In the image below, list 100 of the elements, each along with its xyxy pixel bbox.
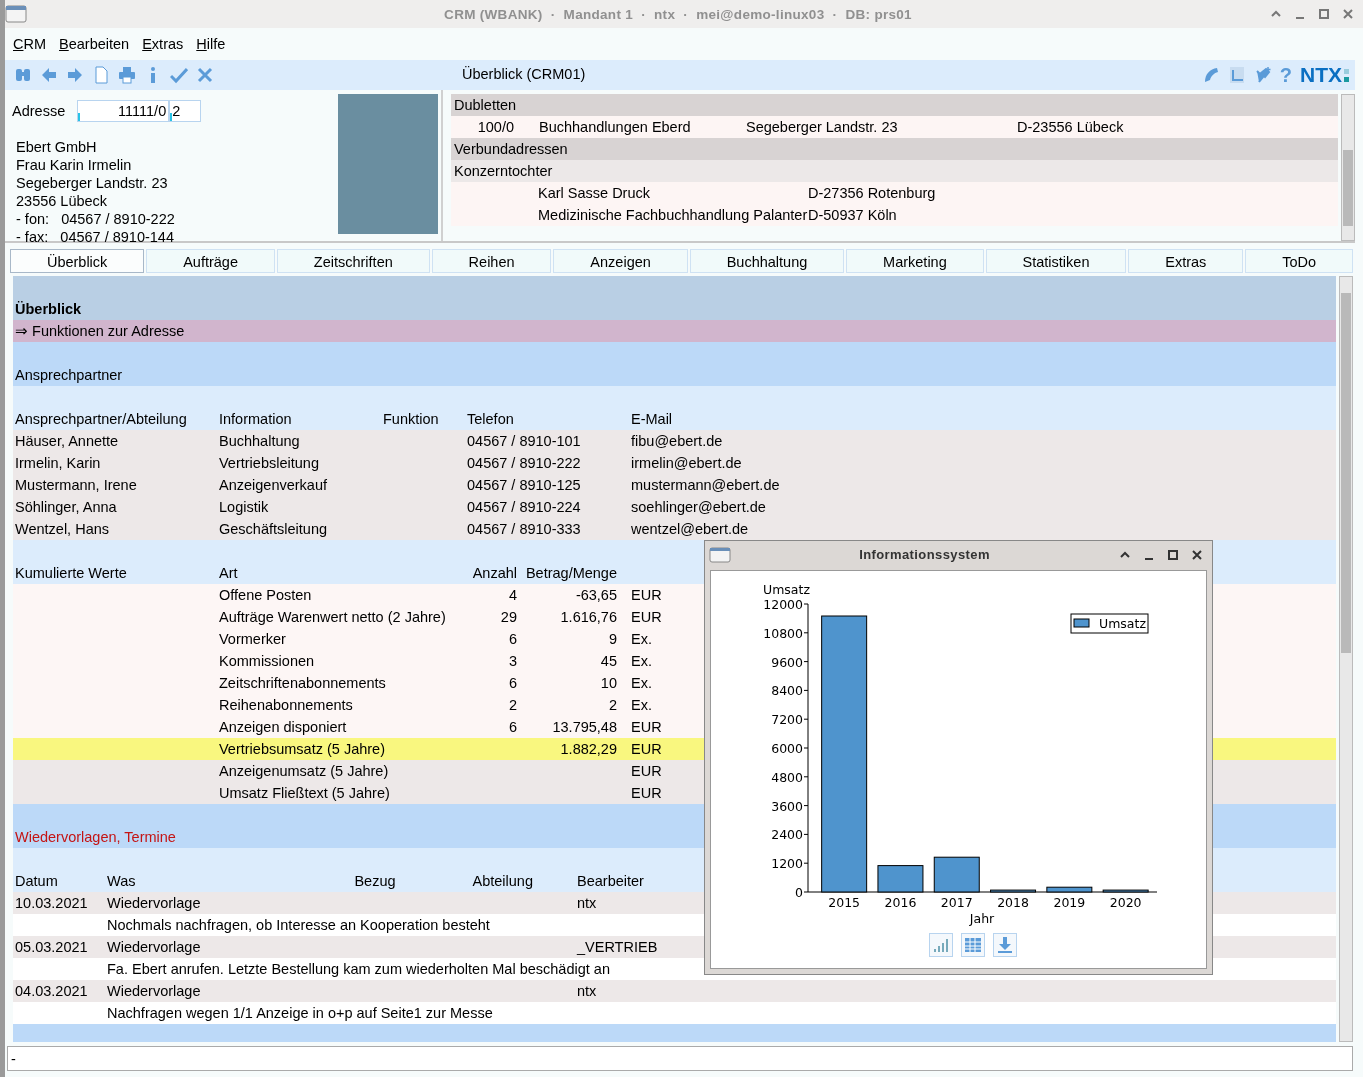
section-heading: Überblick — [13, 276, 1336, 320]
table-cell-text: D-27356 Rotenburg — [808, 184, 936, 203]
close-icon[interactable] — [1341, 7, 1355, 21]
tab[interactable]: Überblick — [10, 249, 145, 273]
checkmark-icon[interactable] — [170, 66, 188, 84]
tab[interactable]: Aufträge — [146, 249, 275, 273]
tab[interactable]: Marketing — [846, 249, 984, 273]
menu-item[interactable]: Hilfe — [196, 36, 226, 52]
column-header: E-Mail — [631, 410, 673, 429]
tick-label: 1200 — [771, 856, 803, 872]
table-cell-text: 3 — [508, 652, 517, 671]
window-menu-icon[interactable] — [5, 5, 27, 23]
tick-label: 2015 — [828, 895, 861, 910]
axis-title: Umsatz — [763, 582, 810, 597]
address-line: 23556 Lübeck — [16, 192, 109, 210]
table-cell-text: Umsatz Fließtext (5 Jahre) — [219, 784, 390, 803]
column-header: Ansprechpartner/Abteilung — [15, 410, 187, 429]
tab[interactable]: Buchhaltung — [689, 249, 845, 273]
table-cell-text: Vertriebsleitung — [219, 454, 319, 473]
chart-button[interactable] — [928, 933, 953, 957]
table-cell-text: Segeberger Landstr. 23 — [746, 118, 899, 137]
table-cell-text: Ex. — [631, 652, 652, 671]
menu-item[interactable]: Extras — [142, 36, 184, 52]
table-cell-text: Kommissionen — [219, 652, 315, 671]
column-header: Abteilung — [472, 872, 534, 891]
column-header: Bezug — [354, 872, 396, 891]
table-cell-text: 04.03.2021 — [15, 982, 88, 1001]
table-cell-text: Söhlinger, Anna — [15, 498, 117, 517]
logo-mark-icon — [1344, 67, 1349, 83]
table-cell-text: Anzeigen disponiert — [219, 718, 347, 737]
tick-label: 9600 — [771, 654, 803, 670]
group-header: Verbundadressen — [451, 138, 1338, 160]
image-icon[interactable] — [1227, 66, 1246, 84]
scrollbar[interactable] — [1341, 94, 1355, 241]
functions-link[interactable]: ⇒ Funktionen zur Adresse — [13, 320, 1336, 342]
tab[interactable]: ToDo — [1245, 249, 1353, 273]
table-cell-text: 10 — [600, 674, 617, 693]
menu-item[interactable]: CRM — [13, 36, 47, 52]
tick-label: 4800 — [771, 769, 803, 785]
table-button[interactable] — [960, 933, 985, 957]
maximize-icon[interactable] — [1166, 547, 1180, 562]
tab[interactable]: Zeitschriften — [276, 249, 430, 273]
table-cell-text: EUR — [631, 586, 662, 605]
table-cell-text: Buchhaltung — [219, 432, 300, 451]
back-arrow-icon[interactable] — [40, 66, 58, 84]
tick-label: 2016 — [884, 895, 917, 910]
tab[interactable]: Anzeigen — [553, 249, 688, 273]
scrollbar[interactable] — [1339, 276, 1353, 1042]
table-cell-text: 45 — [600, 652, 617, 671]
table-cell-text: Offene Posten — [219, 586, 312, 605]
address-line: - fon: 04567 / 8910-222 — [16, 210, 176, 228]
tick-label: 2018 — [997, 895, 1029, 910]
window-menu-icon[interactable] — [709, 546, 731, 563]
menu-item[interactable]: Bearbeiten — [59, 36, 130, 52]
legend-label: Umsatz — [1099, 616, 1146, 631]
table-cell-text: Geschäftsleitung — [219, 520, 327, 539]
legend-swatch — [1073, 618, 1090, 628]
table-cell-text: Buchhandlungen Eberd — [539, 118, 692, 137]
table-cell-text: Logistik — [219, 498, 269, 517]
note-text: Nachfragen wegen 1/1 Anzeige in o+p auf Seite1 zur Messe — [107, 1004, 493, 1023]
table-cell-text: 1.616,76 — [560, 608, 617, 627]
status-field[interactable]: - — [7, 1046, 1353, 1071]
tab[interactable]: Reihen — [431, 249, 552, 273]
table-cell-text: Vertriebsumsatz (5 Jahre) — [219, 740, 385, 759]
document-icon[interactable] — [92, 66, 110, 84]
tick-label: 12000 — [763, 597, 803, 612]
table-cell-text: Anzeigenverkauf — [219, 476, 327, 495]
address-line: Frau Karin Irmelin — [16, 156, 133, 174]
tick-label: 2020 — [1109, 895, 1142, 910]
table-cell-text: mustermann@ebert.de — [631, 476, 780, 495]
table-cell-text: 13.795,48 — [552, 718, 617, 737]
column-header: Anzahl — [472, 564, 517, 583]
table-cell-text: Karl Sasse Druck — [538, 184, 651, 203]
screen-title: Überblick (CRM01) — [462, 66, 586, 82]
table-cell-text: Mustermann, Irene — [15, 476, 137, 495]
tab[interactable]: Statistiken — [985, 249, 1127, 273]
download-button[interactable] — [992, 933, 1017, 957]
address-number-field[interactable]: 11111/0 — [77, 100, 170, 122]
window-title: Informationssystem — [858, 547, 991, 562]
tick-label: 2017 — [940, 895, 973, 910]
forward-arrow-icon[interactable] — [66, 66, 84, 84]
table-cell-text: wentzel@ebert.de — [631, 520, 749, 539]
column-header: Information — [219, 410, 292, 429]
tab[interactable]: Extras — [1128, 249, 1244, 273]
maximize-icon[interactable] — [1317, 7, 1331, 21]
table-cell-text: Häuser, Annette — [15, 432, 119, 451]
table-cell-text: D-50937 Köln — [808, 206, 897, 225]
table-cell-text: EUR — [631, 762, 662, 781]
table-cell-text: 100/0 — [476, 118, 514, 137]
address-line: - fax: 04567 / 8910-144 — [16, 228, 175, 246]
table-cell-text: EUR — [631, 740, 662, 759]
table-cell-text: Wiedervorlage — [107, 894, 201, 913]
printer-icon[interactable] — [118, 66, 136, 84]
table-cell-text: Ex. — [631, 696, 652, 715]
field-label: Adresse — [12, 103, 66, 119]
tick-label: 8400 — [771, 683, 803, 699]
table-cell-text: _VERTRIEB — [577, 938, 658, 957]
close-icon[interactable] — [1190, 547, 1204, 562]
address-sub-field[interactable]: 2 — [169, 100, 202, 122]
table-cell-text: Ex. — [631, 630, 652, 649]
